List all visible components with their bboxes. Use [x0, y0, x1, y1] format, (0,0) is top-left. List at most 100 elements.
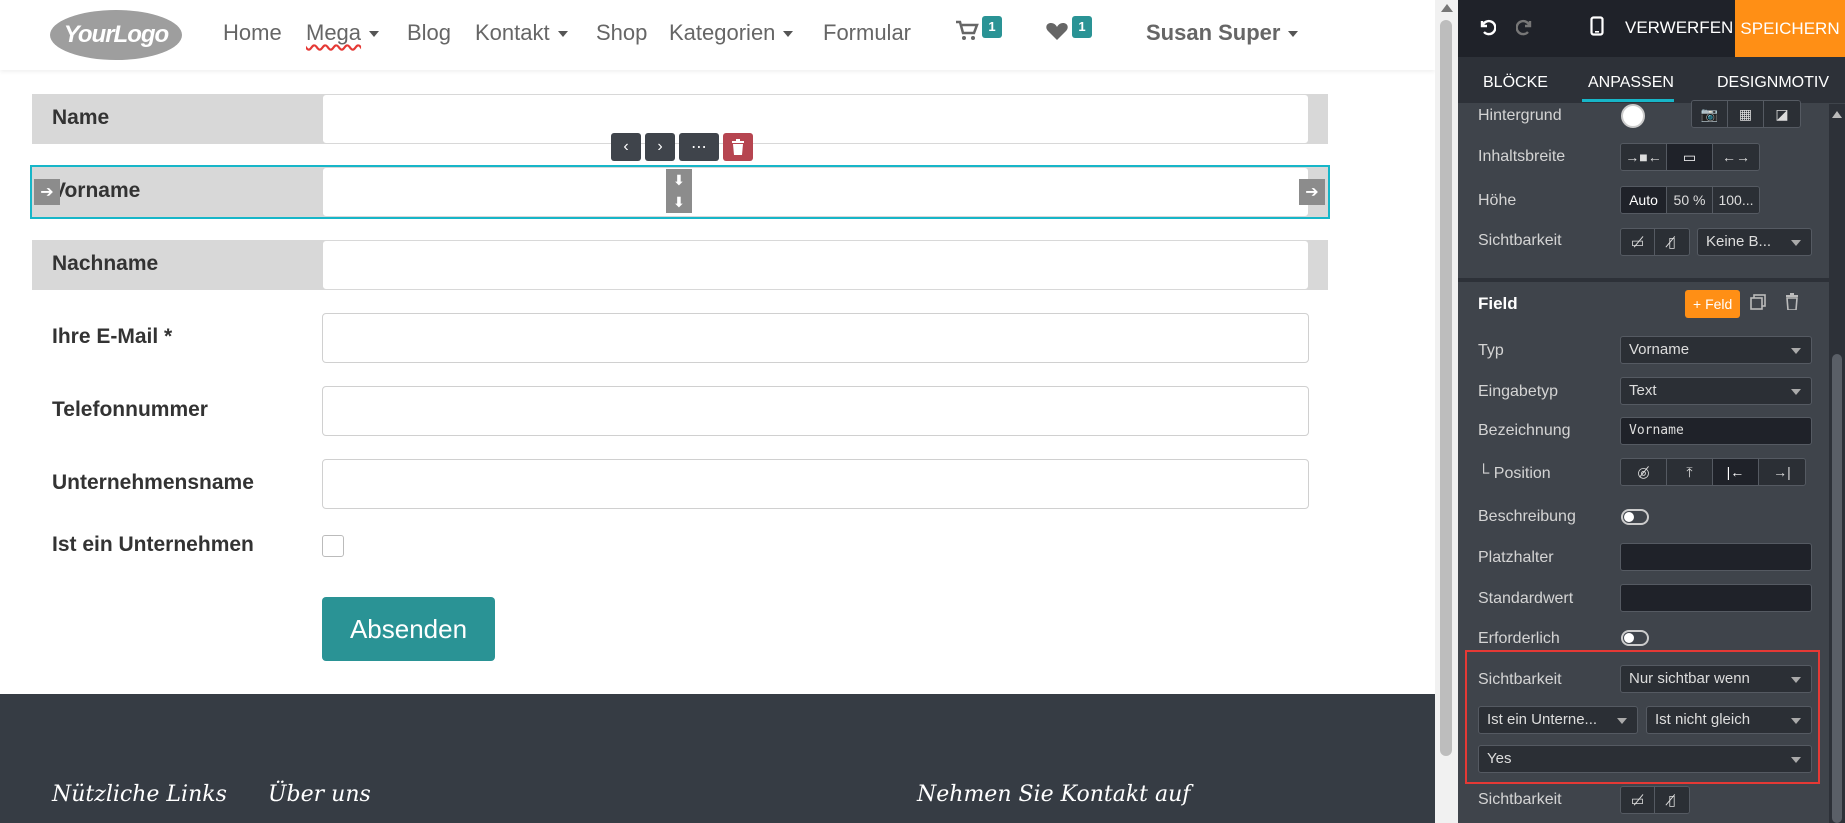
- tab-customize[interactable]: ANPASSEN: [1588, 74, 1674, 92]
- tab-blocks[interactable]: BLÖCKE: [1483, 74, 1548, 92]
- height-group: Auto 50 % 100...: [1620, 186, 1760, 214]
- required-toggle[interactable]: [1621, 630, 1649, 646]
- background-type-group: 📷 ▦ ◪: [1691, 100, 1801, 128]
- placeholder-label: Platzhalter: [1478, 549, 1554, 566]
- is-company-checkbox[interactable]: [322, 535, 344, 557]
- condition-operator-select[interactable]: Ist nicht gleich: [1646, 706, 1812, 734]
- duplicate-icon[interactable]: [1750, 294, 1766, 315]
- nav-item-shop[interactable]: Shop: [596, 20, 647, 46]
- footer: Nützliche Links Über uns Nehmen Sie Kont…: [0, 694, 1435, 823]
- description-label: Beschreibung: [1478, 508, 1576, 525]
- label-top-icon[interactable]: ⤒: [1667, 459, 1713, 485]
- email-field[interactable]: [322, 313, 1309, 363]
- move-left-handle-icon[interactable]: ➔: [34, 179, 60, 205]
- form-row-vorname[interactable]: Vorname ➔ ➔ ⬇ ⬇: [30, 165, 1330, 219]
- move-down-handle-icon[interactable]: ⬇: [666, 191, 692, 213]
- nav-item-blog[interactable]: Blog: [407, 20, 451, 46]
- default-value-input[interactable]: [1620, 584, 1812, 612]
- form-row-email[interactable]: Ihre E-Mail *: [32, 313, 1328, 363]
- visibility-select[interactable]: Nur sichtbar wenn: [1620, 665, 1812, 693]
- company-field[interactable]: [322, 459, 1309, 509]
- chevron-right-icon[interactable]: ›: [645, 133, 675, 161]
- nav-item-home[interactable]: Home: [223, 20, 282, 46]
- scroll-up-arrow-icon[interactable]: [1441, 4, 1453, 12]
- trash-icon[interactable]: [1785, 293, 1799, 315]
- field-label: Unternehmensname: [52, 471, 254, 494]
- nav-item-formular[interactable]: Formular: [823, 20, 911, 46]
- heart-icon[interactable]: [1045, 20, 1069, 48]
- nav-item-label: Mega: [306, 20, 362, 45]
- narrow-width-icon[interactable]: →■←: [1621, 144, 1667, 170]
- film-icon[interactable]: ▦: [1728, 101, 1764, 127]
- footer-heading: Nützliche Links: [52, 782, 227, 807]
- hide-mobile-icon[interactable]: ▯̸: [1655, 787, 1689, 813]
- eye-slash-icon[interactable]: ◎̸: [1621, 459, 1667, 485]
- field-label: Ihre E-Mail *: [52, 325, 173, 348]
- field-visibility-group: ▭̸ ▯̸: [1620, 786, 1690, 814]
- type-select[interactable]: Vorname: [1620, 336, 1812, 364]
- regular-width-icon[interactable]: ▭: [1667, 144, 1713, 170]
- label-left-icon[interactable]: |←: [1713, 459, 1759, 485]
- active-tab-indicator: [1582, 99, 1674, 102]
- form-row-phone[interactable]: Telefonnummer: [32, 386, 1328, 436]
- nav-item-kategorien[interactable]: Kategorien: [669, 20, 794, 46]
- name-input[interactable]: •••: [322, 94, 1309, 144]
- hide-desktop-icon[interactable]: ▭̸: [1621, 229, 1655, 255]
- chevron-down-icon: [369, 31, 380, 38]
- designation-input[interactable]: Vorname: [1620, 417, 1812, 445]
- add-field-button[interactable]: + Feld: [1685, 290, 1741, 318]
- move-right-handle-icon[interactable]: ➔: [1299, 179, 1325, 205]
- scrollbar-thumb[interactable]: [1440, 20, 1452, 756]
- scrollbar-thumb[interactable]: [1832, 354, 1842, 823]
- height-50-option[interactable]: 50 %: [1667, 187, 1713, 213]
- redo-icon[interactable]: [1515, 16, 1534, 42]
- phone-field[interactable]: [322, 386, 1309, 436]
- position-label: └ Position: [1478, 465, 1551, 482]
- full-width-icon[interactable]: ←→: [1713, 144, 1759, 170]
- grid-icon[interactable]: ⋯: [679, 133, 719, 161]
- nav-item-label: Formular: [823, 20, 912, 45]
- chevron-left-icon[interactable]: ‹: [611, 133, 641, 161]
- nav-item-label: Kategorien: [669, 20, 776, 45]
- nav-item-mega[interactable]: Mega: [306, 20, 380, 46]
- discard-button[interactable]: VERWERFEN: [1625, 18, 1733, 38]
- move-down-handle-icon[interactable]: ⬇: [666, 169, 692, 191]
- user-menu[interactable]: Susan Super: [1146, 20, 1299, 46]
- form-row-nachname[interactable]: Nachname: [32, 240, 1328, 290]
- image-icon[interactable]: ◪: [1764, 101, 1800, 127]
- nachname-input[interactable]: [322, 240, 1309, 290]
- hide-mobile-icon[interactable]: ▯̸: [1655, 229, 1689, 255]
- nav-item-kontakt[interactable]: Kontakt: [475, 20, 568, 46]
- vorname-input[interactable]: [322, 167, 1309, 217]
- website-scrollbar[interactable]: [1435, 0, 1458, 823]
- label-right-icon[interactable]: →|: [1759, 459, 1805, 485]
- input-type-select[interactable]: Text: [1620, 377, 1812, 405]
- scroll-up-arrow-icon[interactable]: [1832, 111, 1842, 118]
- logo[interactable]: YourLogo: [50, 10, 182, 60]
- height-auto-option[interactable]: Auto: [1621, 187, 1667, 213]
- trash-icon[interactable]: [723, 133, 753, 161]
- tab-theme[interactable]: DESIGNMOTIV: [1717, 74, 1829, 92]
- editor-scrollbar[interactable]: [1829, 104, 1845, 823]
- height-100-option[interactable]: 100...: [1713, 187, 1759, 213]
- form-row-company[interactable]: Unternehmensname: [32, 459, 1328, 509]
- condition-field-select[interactable]: Ist ein Unterne...: [1478, 706, 1638, 734]
- undo-icon[interactable]: [1478, 16, 1497, 42]
- camera-icon[interactable]: 📷: [1692, 101, 1728, 127]
- submit-button[interactable]: Absenden: [322, 597, 495, 661]
- required-label: Erforderlich: [1478, 630, 1560, 647]
- field-label: Name: [52, 106, 110, 129]
- placeholder-input[interactable]: [1620, 543, 1812, 571]
- background-color-swatch[interactable]: [1621, 104, 1645, 128]
- hide-desktop-icon[interactable]: ▭̸: [1621, 787, 1655, 813]
- block-visibility-select[interactable]: Keine B...: [1697, 228, 1812, 256]
- footer-heading: Nehmen Sie Kontakt auf: [917, 782, 1191, 807]
- label-position-group: ◎̸ ⤒ |← →|: [1620, 458, 1806, 486]
- shopping-cart-icon[interactable]: [955, 20, 979, 48]
- nav-item-label: Blog: [407, 20, 452, 45]
- condition-value-select[interactable]: Yes: [1478, 745, 1812, 773]
- website-preview: YourLogo Home Mega Blog Kontakt Shop Kat…: [0, 0, 1435, 823]
- mobile-preview-icon[interactable]: [1590, 16, 1604, 42]
- save-button[interactable]: SPEICHERN: [1735, 0, 1845, 57]
- description-toggle[interactable]: [1621, 509, 1649, 525]
